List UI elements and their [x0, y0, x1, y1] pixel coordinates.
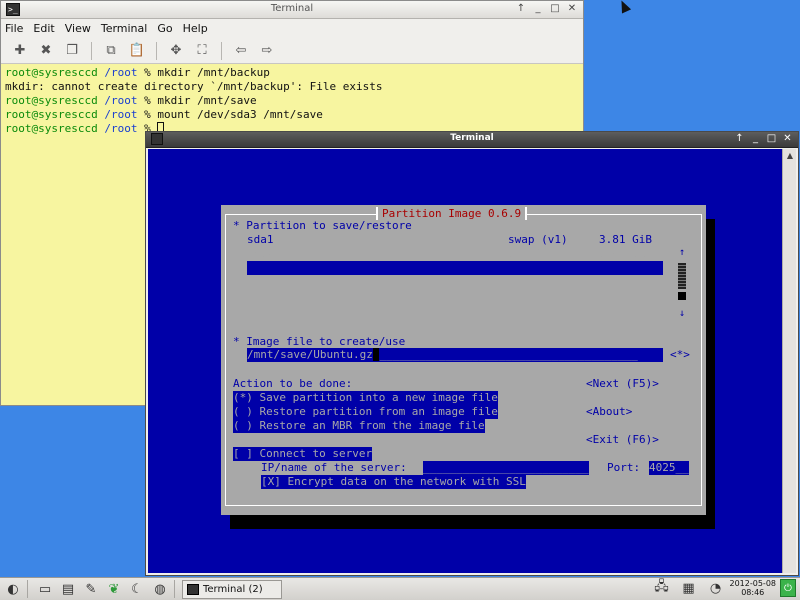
task-label: Terminal (2)	[203, 583, 263, 595]
partition-fs: ext3fs	[508, 247, 548, 260]
scroll-up-icon[interactable]: ▲	[783, 149, 797, 163]
leaf-icon[interactable]: ❦	[104, 580, 124, 598]
taskbar: ◐ ▭ ▤ ✎ ❦ ☾ ◍ Terminal (2) 🖧 ▦ ◔ 2012-05…	[0, 577, 800, 600]
new-window-icon[interactable]: ❐	[61, 41, 83, 61]
shade-button[interactable]: ↑	[733, 133, 746, 145]
volume-icon[interactable]: ◔	[706, 579, 726, 597]
minimize-button[interactable]: _	[531, 2, 545, 16]
taskbar-divider	[174, 580, 175, 598]
action-restore[interactable]: ( ) Restore partition from an image file	[233, 405, 498, 419]
terminal-line: root@sysresccd /root % mkdir /mnt/backup	[5, 66, 270, 79]
next-button[interactable]: <Next (F5)>	[586, 377, 659, 391]
partition-size: 3.81 GiB	[599, 233, 652, 246]
menu-edit[interactable]: Edit	[33, 22, 54, 35]
menu-go[interactable]: Go	[157, 22, 172, 35]
close-button[interactable]: ✕	[565, 2, 579, 16]
server-input[interactable]: _________________________	[423, 461, 589, 475]
browser-icon[interactable]: ◍	[150, 580, 170, 598]
taskbar-terminal-button[interactable]: Terminal (2)	[182, 579, 282, 599]
terminal-line: root@sysresccd /root % mount /dev/sda3 /…	[5, 108, 323, 121]
clock-date: 2012-05-08	[729, 579, 777, 588]
partition-fs: swap (v1)	[508, 233, 568, 246]
partition-name: sda3	[247, 261, 274, 274]
system-tray: 🖧 ▦ ◔ 2012-05-08 08:46 ⏻	[649, 579, 796, 597]
partition-name: sda2	[247, 247, 274, 260]
partition-name: sda1	[247, 233, 274, 246]
toolbar-divider	[91, 41, 92, 60]
fullscreen-icon[interactable]: ⛶	[191, 41, 213, 61]
server-label: IP/name of the server:	[261, 461, 407, 474]
action-restore-mbr[interactable]: ( ) Restore an MBR from the image file	[233, 419, 485, 433]
image-heading: * Image file to create/use	[233, 335, 406, 348]
minimize-button[interactable]: _	[749, 133, 762, 145]
partition-heading: * Partition to save/restore	[233, 219, 412, 232]
exit-button[interactable]: <Exit (F6)>	[586, 433, 659, 447]
about-button[interactable]: <About>	[586, 405, 632, 419]
partition-size: 18.54 GiB	[592, 261, 652, 274]
partimage-dialog: Partition Image 0.6.9 * Partition to sav…	[221, 205, 706, 515]
menu-file[interactable]: File	[5, 22, 23, 35]
toolbar-divider	[221, 41, 222, 60]
shade-button[interactable]: ↑	[514, 2, 528, 16]
files-icon[interactable]: ▤	[58, 580, 78, 598]
mouse-pointer-icon	[616, 0, 632, 14]
front-terminal-screen[interactable]: Partition Image 0.6.9 * Partition to sav…	[148, 149, 782, 573]
toolbar: ✚ ✖ ❐ ⧉ 📋 ✥ ⛶ ⇦ ⇨	[1, 38, 583, 64]
close-button[interactable]: ✕	[781, 133, 794, 145]
terminal-line: root@sysresccd /root % mkdir /mnt/save	[5, 94, 257, 107]
logout-icon[interactable]: ⏻	[780, 579, 796, 597]
new-tab-icon[interactable]: ✚	[9, 41, 31, 61]
terminal-launcher-icon[interactable]: ▭	[35, 580, 55, 598]
action-heading: Action to be done:	[233, 377, 353, 390]
display-icon[interactable]: ▦	[679, 579, 699, 597]
image-file-input[interactable]: /mnt/save/Ubuntu.gz_____________________…	[247, 348, 663, 362]
menu-icon[interactable]: ◐	[3, 580, 23, 598]
front-terminal-window[interactable]: Terminal ↑ _ □ ✕ Partition Image 0.6.9 *…	[145, 131, 799, 576]
front-window-title: Terminal	[450, 133, 494, 143]
network-icon[interactable]: 🖧	[652, 579, 672, 597]
move-icon[interactable]: ✥	[165, 41, 187, 61]
moon-icon[interactable]: ☾	[127, 580, 147, 598]
window-scrollbar[interactable]: ▲	[782, 149, 796, 573]
maximize-button[interactable]: □	[548, 2, 562, 16]
terminal-icon	[187, 583, 199, 595]
scroll-up-icon[interactable]: ↑	[677, 247, 687, 259]
editor-icon[interactable]: ✎	[81, 580, 101, 598]
partition-size: 9.81 GiB	[599, 247, 652, 260]
connect-server-checkbox[interactable]: [ ] Connect to server	[233, 447, 373, 461]
scroll-thumb[interactable]	[678, 292, 686, 300]
port-label: Port:	[607, 461, 641, 474]
menu-help[interactable]: Help	[183, 22, 208, 35]
back-window-titlebar[interactable]: >_ Terminal ↑ _ □ ✕	[1, 1, 583, 19]
partition-scrollbar[interactable]: ↑ ↓	[678, 247, 686, 319]
paste-icon[interactable]: 📋	[126, 41, 148, 61]
taskbar-divider	[27, 580, 28, 598]
action-save[interactable]: (*) Save partition into a new image file	[233, 391, 498, 405]
forward-icon[interactable]: ⇨	[256, 41, 278, 61]
encrypt-ssl-checkbox[interactable]: [X] Encrypt data on the network with SSL	[261, 475, 526, 489]
front-window-titlebar[interactable]: Terminal ↑ _ □ ✕	[146, 132, 798, 148]
clock[interactable]: 2012-05-08 08:46	[730, 579, 777, 597]
menu-view[interactable]: View	[65, 22, 91, 35]
terminal-line: mkdir: cannot create directory `/mnt/bac…	[5, 80, 383, 93]
browse-button[interactable]: <*>	[670, 348, 690, 362]
menubar: File Edit View Terminal Go Help	[1, 19, 583, 38]
maximize-button[interactable]: □	[765, 133, 778, 145]
copy-icon[interactable]: ⧉	[100, 41, 122, 61]
scroll-down-icon[interactable]: ↓	[677, 308, 687, 320]
back-window-title: Terminal	[270, 3, 314, 14]
port-input[interactable]: 4025__	[649, 461, 689, 475]
close-tab-icon[interactable]: ✖	[35, 41, 57, 61]
scroll-track	[678, 263, 686, 289]
partition-fs: ext3fs	[508, 261, 548, 274]
toolbar-divider	[156, 41, 157, 60]
clock-time: 08:46	[741, 588, 765, 597]
back-icon[interactable]: ⇦	[230, 41, 252, 61]
menu-terminal[interactable]: Terminal	[101, 22, 148, 35]
